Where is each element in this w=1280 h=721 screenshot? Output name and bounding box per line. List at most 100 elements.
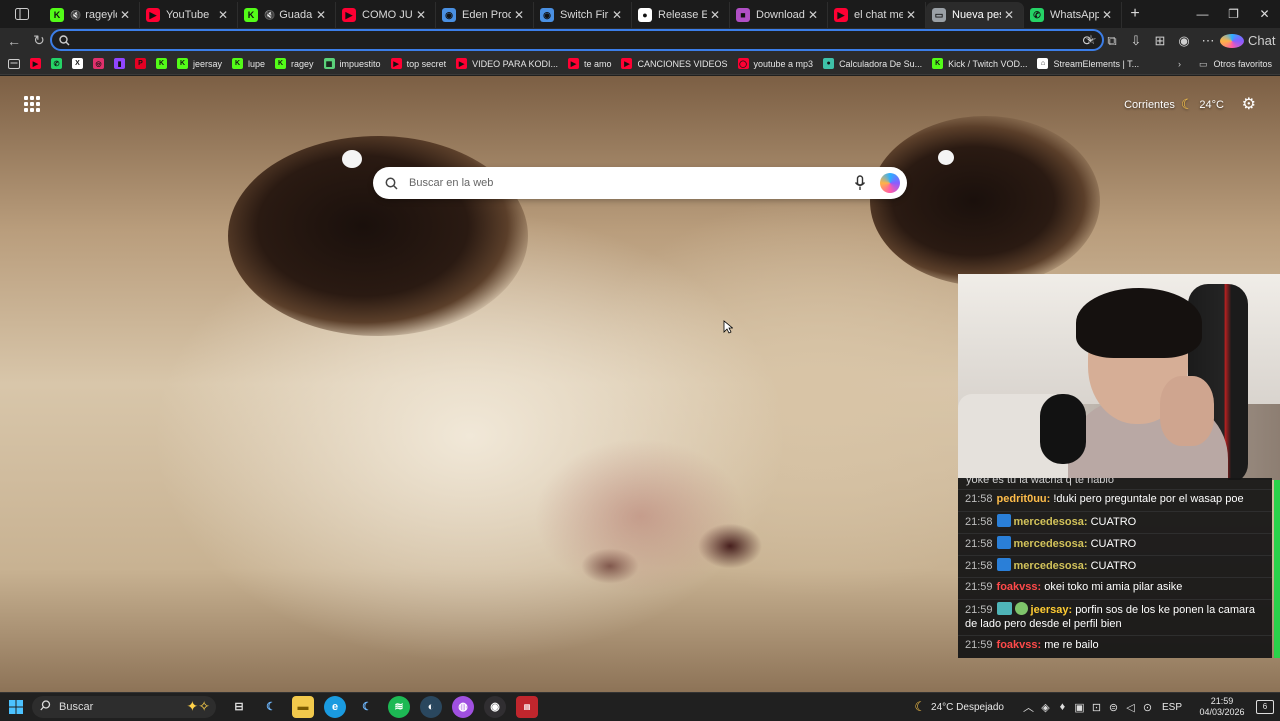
webcam-overlay [958,274,1280,480]
bookmark-item[interactable]: K [151,53,172,75]
bookmark-item[interactable]: X [67,53,88,75]
web-search-input[interactable] [409,177,847,189]
spotify-icon[interactable]: ≋ [388,695,410,718]
tab-close-icon[interactable]: ✕ [1001,8,1017,22]
bookmark-item[interactable]: ▶ top secret [386,53,452,75]
browser-tab[interactable]: ▭ Nueva pestaña✕ [926,2,1024,28]
bookmark-item[interactable]: ▶ [25,53,46,75]
taskbar-weather[interactable]: ☾ 24°C Despejado [914,699,1004,715]
file-explorer-icon[interactable]: ▬ [292,695,314,718]
web-search-box[interactable] [373,167,907,199]
muted-speaker-icon[interactable]: 🔇 [70,10,81,21]
apps-grid-icon[interactable] [24,96,40,112]
copilot-app-icon[interactable]: ☾ [260,696,282,718]
chevron-up-icon[interactable]: ︿ [1020,699,1037,715]
other-favorites-link[interactable]: Otros favoritos [1213,59,1272,69]
tab-close-icon[interactable]: ✕ [609,8,625,22]
chat-timestamp: 21:59 [965,604,993,616]
notifications-icon[interactable]: 6 [1256,700,1274,714]
address-bar[interactable]: ☆ [50,29,1104,51]
search-icon [54,31,74,49]
bookmark-item[interactable]: P [130,53,151,75]
tab-close-icon[interactable]: ✕ [903,8,919,22]
refresh-ext-icon[interactable]: ⟳ [1076,33,1100,49]
streaming-app-icon[interactable]: ▤ [516,695,538,718]
tab-close-icon[interactable]: ✕ [511,8,527,22]
browser-tab[interactable]: ▶ el chat me cuent✕ [828,2,926,28]
downloads-icon[interactable]: ⇩ [1124,33,1148,49]
bookmark-item[interactable]: Klupe [227,53,270,75]
weather-widget[interactable]: Corrientes ☾ 24°C [1124,96,1224,113]
profile-avatar[interactable]: ◉ [1172,33,1196,49]
wifi-icon[interactable]: ⊜ [1105,701,1122,714]
bookmark-item[interactable]: Kjeersay [172,53,227,75]
browser-tab[interactable]: K 🔇 rageylo Strea✕ [44,2,140,28]
bookmark-item[interactable]: ▮ [109,53,130,75]
chevron-right-icon[interactable]: › [1178,59,1181,69]
tab-close-icon[interactable]: ✕ [707,8,723,22]
search-icon [373,177,409,190]
bookmark-item[interactable]: ⌂ StreamElements | T... [1032,53,1144,75]
new-tab-button[interactable]: + [1122,5,1148,23]
copilot-icon[interactable] [873,173,907,193]
bookmark-item[interactable]: ● Calculadora De Su... [818,53,927,75]
location-icon: ◈ [1041,701,1050,714]
browser-tab[interactable]: K 🔇 GuadaLibran✕ [238,2,336,28]
calc-icon: ● [823,58,835,69]
gear-icon[interactable]: ⚙ [1242,94,1256,114]
browser-tab[interactable]: ▶ YouTube ✕ [140,2,238,28]
speaker-icon[interactable]: ◁ [1122,701,1139,714]
steam-icon[interactable]: ◐ [420,695,442,718]
edge-beta-icon[interactable]: ☾ [356,696,378,718]
bookmark-item[interactable]: ◎ [88,53,109,75]
browser-tab[interactable]: ● Release Eden v0.✕ [632,2,730,28]
messenger-icon[interactable]: ◍ [452,695,474,718]
bookmark-item[interactable]: ▶ VIDEO PARA KODI... [451,53,563,75]
taskbar-search[interactable]: Buscar ✦✧ [32,695,216,718]
browser-tab[interactable]: ✆ WhatsApp ✕ [1024,2,1122,28]
copilot-chat-button[interactable]: Chat [1220,33,1280,48]
close-window-icon[interactable]: ✕ [1249,0,1280,28]
converter-icon: ◯ [737,58,749,69]
reload-icon[interactable]: ↻ [27,29,51,53]
clock[interactable]: 21:59 04/03/2026 [1194,696,1250,718]
more-menu-icon[interactable]: ⋯ [1196,33,1220,49]
browser-tab[interactable]: ▶ COMO JUGAR a I✕ [336,2,436,28]
bookmark-item[interactable]: ▶ CANCIONES VIDEOS [616,53,732,75]
tab-close-icon[interactable]: ✕ [215,8,231,22]
back-icon[interactable]: ← [2,29,26,53]
chat-divider [958,599,1272,600]
bookmark-item[interactable]: ▶ te amo [563,53,617,75]
bookmarks-menu-icon[interactable] [0,53,25,75]
extensions-icon[interactable]: ⧉ [1100,33,1124,49]
tab-close-icon[interactable]: ✕ [805,8,821,22]
obs-icon[interactable]: ◉ [484,695,506,718]
tab-favicon-icon: ▶ [834,8,848,22]
minimize-icon[interactable]: — [1187,0,1218,28]
windows-start-button[interactable] [0,699,32,714]
chat-divider [958,635,1272,636]
tab-close-icon[interactable]: ✕ [313,8,329,22]
microphone-icon[interactable] [847,175,873,191]
edge-icon[interactable]: e [324,695,346,718]
muted-speaker-icon[interactable]: 🔇 [264,10,275,21]
bookmark-item[interactable]: ▦ impuestito [319,53,386,75]
browser-tab[interactable]: ◉ Switch Firmware✕ [534,2,632,28]
chat-timestamp: 21:59 [965,581,993,593]
browser-tab[interactable]: ■ Download Eden✕ [730,2,828,28]
bookmark-item[interactable]: ◯ youtube a mp3 [733,53,819,75]
bookmark-item[interactable]: K Kick / Twitch VOD... [927,53,1032,75]
restore-icon[interactable]: ❐ [1218,0,1249,28]
tab-close-icon[interactable]: ✕ [117,8,133,22]
input-language[interactable]: ESP [1162,702,1182,713]
bookmark-item[interactable]: ✆ [46,53,67,75]
browser-tab[interactable]: ◉ Eden Prod Keys✕ [436,2,534,28]
tab-close-icon[interactable]: ✕ [413,8,429,22]
address-input[interactable] [74,33,1080,47]
collections-icon[interactable]: ⊞ [1148,33,1172,49]
chat-text: okei toko mi amia pilar asike [1044,581,1183,593]
sidebar-toggle-icon[interactable] [0,0,44,28]
tab-close-icon[interactable]: ✕ [1099,8,1115,22]
task-view-icon[interactable]: ⊟ [228,696,250,718]
bookmark-item[interactable]: Kragey [270,53,319,75]
